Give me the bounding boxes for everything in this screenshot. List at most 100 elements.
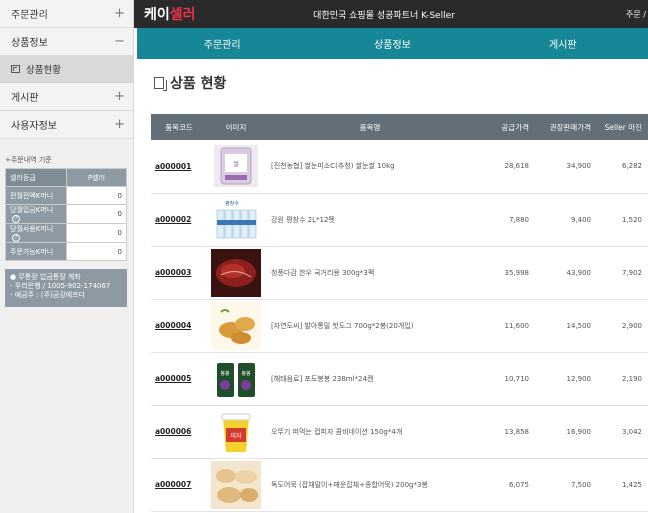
logo[interactable]: 케이셀러 — [134, 4, 254, 24]
product-thumbnail[interactable]: 평창수 — [211, 195, 261, 244]
product-table: 품목코드 이미지 품목명 공급가격 권장판매가격 Seller 마진 a0000… — [151, 114, 648, 512]
main-nav: 주문관리 상품정보 게시판 — [137, 28, 648, 59]
help-icon[interactable]: ? — [12, 234, 20, 242]
col-header-image: 이미지 — [207, 114, 265, 140]
sidebar-item-product[interactable]: 상품정보 − — [0, 28, 133, 56]
table-header-row: 품목코드 이미지 품목명 공급가격 권장판매가격 Seller 마진 — [151, 114, 648, 140]
product-code-link[interactable]: a000005 — [155, 374, 191, 383]
info-label: 셀러등급 — [5, 168, 67, 187]
product-code-link[interactable]: a000004 — [155, 321, 191, 330]
cell-seller-margin: 6,282 — [597, 140, 648, 194]
sidebar-item-order[interactable]: 주문관리 + — [0, 0, 133, 28]
cell-name: 독도어묵 (잡채말이+매운잡채+종합어묵) 200g*3봉 — [265, 458, 475, 512]
cell-supply-price: 28,618 — [475, 140, 535, 194]
sidebar-item-board[interactable]: 게시판 + — [0, 83, 133, 111]
cell-supply-price: 7,880 — [475, 193, 535, 247]
cell-code: a000006 — [151, 405, 207, 459]
product-thumbnail[interactable]: 쌀 — [211, 142, 261, 190]
info-row-available: 주문가능K머니 0 — [5, 242, 127, 261]
info-value: 0 — [66, 186, 127, 205]
cell-name: 청풍다감 한우 국거리용 300g*3팩 — [265, 246, 475, 300]
kmoney-info-table: 셀러등급 P셀러 전월전액K머니 0 당월입금K머니? 0 당월사용K머니? 0… — [5, 168, 127, 261]
cell-seller-margin: 3,042 — [597, 405, 648, 459]
cell-image: 피자 — [207, 405, 265, 459]
cell-retail-price: 9,400 — [535, 193, 597, 247]
tab-board[interactable]: 게시판 — [478, 28, 648, 59]
tab-product[interactable]: 상품정보 — [307, 28, 477, 59]
logo-accent: 셀러 — [169, 7, 196, 23]
cell-image: 쌀 — [207, 140, 265, 194]
top-right-link[interactable]: 주문 / — [626, 9, 646, 20]
product-code-link[interactable]: a000001 — [155, 162, 191, 171]
plus-icon: + — [114, 89, 125, 104]
table-row: a000001 쌀 [진천농협] 쌀눈미소C(추청) 쌀눈쌀 10kg 28,618 3… — [151, 140, 648, 194]
product-code-link[interactable]: a000003 — [155, 268, 191, 277]
cell-supply-price: 6,075 — [475, 458, 535, 512]
cell-image: 봉봉 봉봉 — [207, 352, 265, 406]
page-title-text: 상품 현황 — [170, 76, 227, 92]
sidebar: 주문관리 + 상품정보 − 상품현황 게시판 + 사용자정보 + +주문내역 기… — [0, 0, 134, 513]
cell-code: a000007 — [151, 458, 207, 512]
bank-line: ● 무통장 입금통장 계좌 — [10, 273, 81, 281]
table-row: a000002 평창수 강원 평창수 2L*12펫 7,880 9,400 1,520 — [151, 193, 648, 247]
sidebar-item-user-info[interactable]: 사용자정보 + — [0, 111, 133, 139]
plus-icon: + — [114, 117, 125, 132]
sidebar-item-label: 주문관리 — [11, 10, 48, 21]
cell-image — [207, 458, 265, 512]
cell-name: [진천농협] 쌀눈미소C(추청) 쌀눈쌀 10kg — [265, 140, 475, 194]
order-basis-title: +주문내역 기준 — [5, 156, 52, 164]
sidebar-item-label: 사용자정보 — [11, 121, 57, 132]
slogan: 대한민국 쇼핑몰 성공파트너 K-Seller — [313, 10, 455, 21]
cell-retail-price: 14,500 — [535, 299, 597, 353]
cell-supply-price: 10,710 — [475, 352, 535, 406]
cell-seller-margin: 1,520 — [597, 193, 648, 247]
info-row-grade: 셀러등급 P셀러 — [5, 168, 127, 187]
sidebar-subitem-product-status[interactable]: 상품현황 — [0, 56, 133, 83]
cell-seller-margin: 2,900 — [597, 299, 648, 353]
cell-name: 강원 평창수 2L*12펫 — [265, 193, 475, 247]
cell-code: a000001 — [151, 140, 207, 194]
info-label: 주문가능K머니 — [5, 242, 67, 261]
cell-image — [207, 246, 265, 300]
info-row-prev-month: 전월전액K머니 0 — [5, 186, 127, 205]
cell-retail-price: 43,900 — [535, 246, 597, 300]
cell-image — [207, 299, 265, 353]
col-header-margin: Seller 마진 — [597, 114, 648, 140]
plus-icon: + — [114, 6, 125, 21]
tab-order[interactable]: 주문관리 — [137, 28, 307, 59]
info-label: 전월전액K머니 — [5, 186, 67, 205]
table-row: a000003 청풍다감 한우 국거리용 300g*3팩 35,998 43,900 7… — [151, 246, 648, 300]
cell-supply-price: 35,998 — [475, 246, 535, 300]
product-thumbnail[interactable] — [211, 301, 261, 350]
product-thumbnail[interactable] — [211, 460, 261, 509]
sidebar-item-label: 게시판 — [11, 93, 39, 104]
product-thumbnail[interactable]: 피자 — [211, 407, 261, 456]
product-code-link[interactable]: a000006 — [155, 427, 191, 436]
document-icon — [154, 77, 167, 91]
svg-text:봉봉: 봉봉 — [241, 371, 251, 377]
svg-text:피자: 피자 — [230, 432, 242, 440]
product-thumbnail[interactable]: 봉봉 봉봉 — [211, 354, 261, 403]
table-row: a000004 [자연도씨] 발아통밀 핫도그 700g*2봉(20개입) 11,6… — [151, 299, 648, 353]
product-thumbnail[interactable] — [211, 248, 261, 297]
cell-seller-margin: 2,190 — [597, 352, 648, 406]
help-icon[interactable]: ? — [12, 215, 20, 223]
window-icon — [11, 65, 20, 73]
info-label: 당월사용K머니 — [10, 225, 54, 233]
info-row-deposit: 당월입금K머니? 0 — [5, 204, 127, 224]
bank-line: - 우리은행 / 1005-902-174067 — [10, 282, 111, 290]
product-code-link[interactable]: a000007 — [155, 480, 191, 489]
cell-retail-price: 34,900 — [535, 140, 597, 194]
cell-code: a000003 — [151, 246, 207, 300]
cell-supply-price: 11,600 — [475, 299, 535, 353]
col-header-code: 품목코드 — [151, 114, 207, 140]
table-row: a000006 피자 오뚜기 떠먹는 컵피자 콤비네이션 150g*4개 13,858… — [151, 405, 648, 459]
cell-name: [해태음료] 포도봉봉 238ml*24캔 — [265, 352, 475, 406]
info-label-cell: 당월사용K머니? — [5, 223, 67, 243]
bank-line: - 예금주 : (주)금강에프디 — [10, 291, 85, 299]
cell-code: a000005 — [151, 352, 207, 406]
info-value: P셀러 — [66, 168, 127, 187]
product-code-link[interactable]: a000002 — [155, 215, 191, 224]
cell-name: [자연도씨] 발아통밀 핫도그 700g*2봉(20개입) — [265, 299, 475, 353]
info-label-cell: 당월입금K머니? — [5, 204, 67, 224]
